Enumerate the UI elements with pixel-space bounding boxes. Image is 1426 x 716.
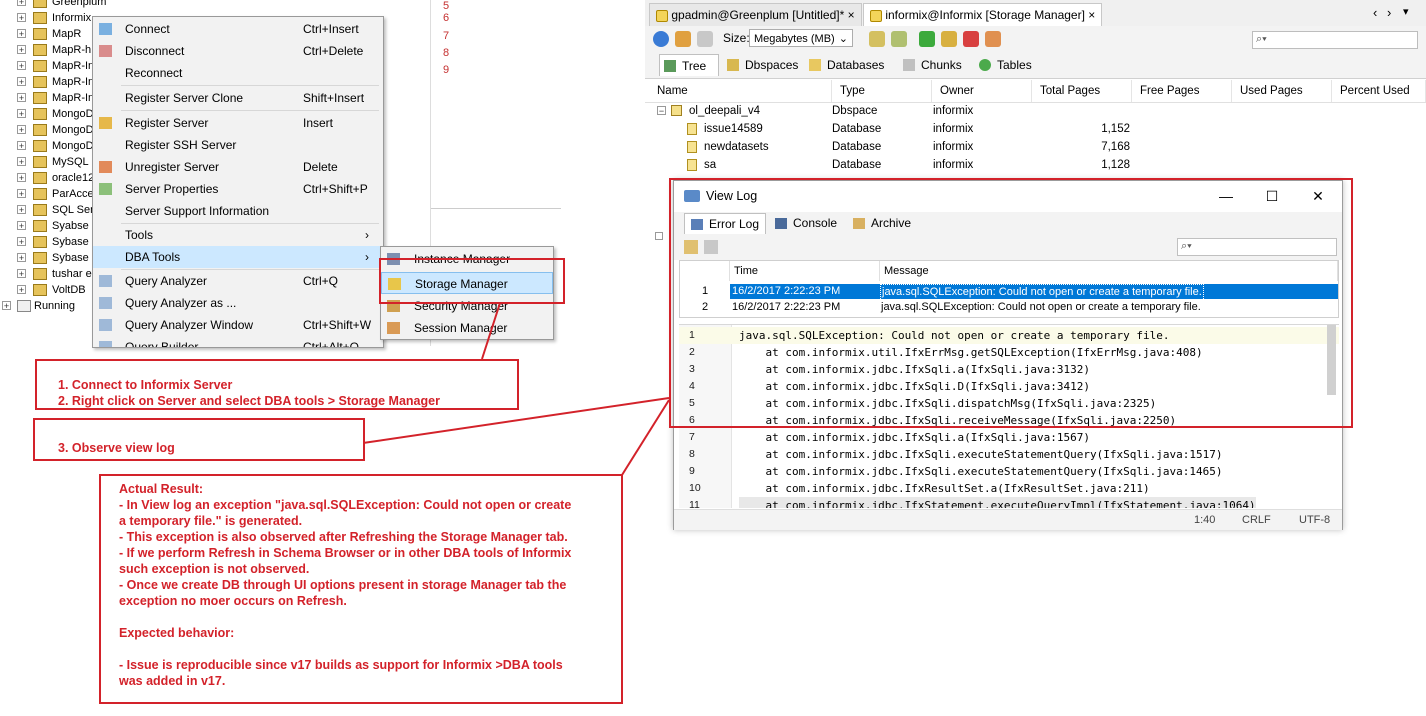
- annotation-step-3: 3. Observe view log: [33, 418, 365, 461]
- annotation-result: Actual Result: - In View log an exceptio…: [99, 474, 623, 704]
- annotation-steps: 1. Connect to Informix Server 2. Right c…: [35, 359, 519, 410]
